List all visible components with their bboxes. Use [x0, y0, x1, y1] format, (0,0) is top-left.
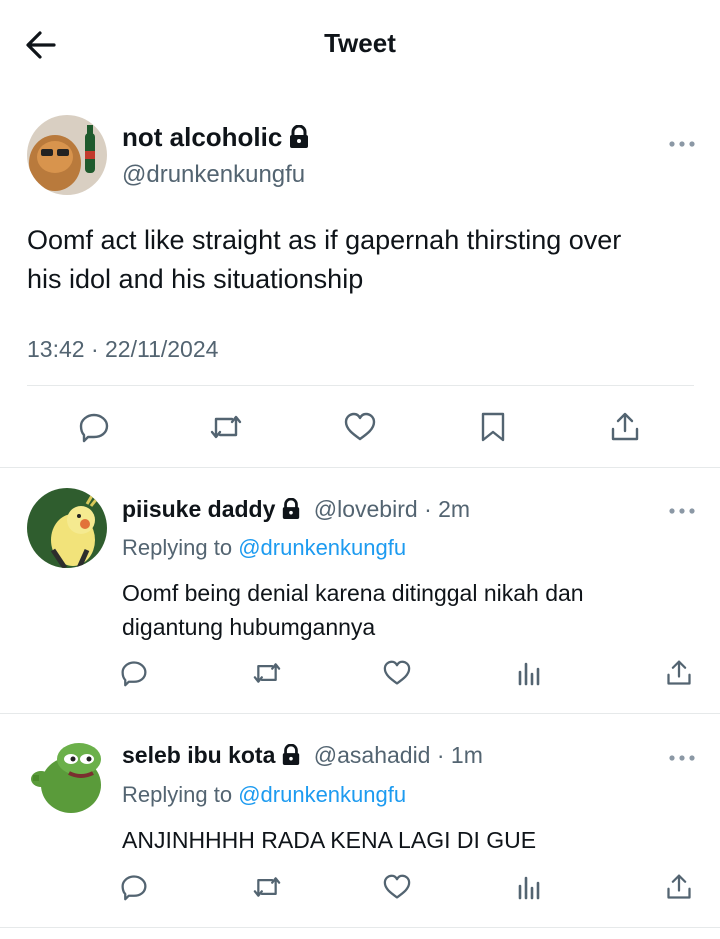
retweet-icon[interactable]	[250, 656, 284, 690]
reply-icon[interactable]	[117, 870, 151, 904]
more-options-icon[interactable]	[668, 136, 696, 147]
reply-author-handle[interactable]: @lovebird	[314, 496, 418, 522]
lock-icon	[288, 124, 310, 156]
reply-age: · 1m	[436, 742, 483, 768]
replying-to: Replying to @drunkenkungfu	[122, 535, 406, 561]
reply-author-handle[interactable]: @asahadid	[314, 742, 431, 768]
reply-text-line: ANJINHHHH RADA KENA LAGI DI GUE	[122, 827, 537, 853]
replying-to-link[interactable]: @drunkenkungfu	[238, 782, 406, 807]
reply-author[interactable]: piisuke daddy @lovebird · 2m	[122, 496, 470, 526]
tweet-time[interactable]: 13:42	[27, 336, 85, 362]
reply-text: ANJINHHHH RADA KENA LAGI DI GUE	[122, 823, 536, 857]
lock-icon	[281, 743, 301, 772]
divider	[0, 713, 720, 714]
like-icon[interactable]	[380, 870, 414, 904]
reply-icon[interactable]	[77, 410, 111, 444]
divider	[0, 927, 720, 928]
like-icon[interactable]	[343, 410, 377, 444]
reply-author-name[interactable]: seleb ibu kota	[122, 742, 275, 768]
replying-to-label: Replying to	[122, 782, 233, 807]
bookmark-icon[interactable]	[476, 410, 510, 444]
tweet-date[interactable]: 22/11/2024	[105, 336, 218, 362]
analytics-icon[interactable]	[512, 656, 546, 690]
divider	[27, 385, 694, 386]
lock-icon	[281, 497, 301, 526]
avatar[interactable]	[27, 488, 107, 568]
like-icon[interactable]	[380, 656, 414, 690]
reply-author-name[interactable]: piisuke daddy	[122, 496, 275, 522]
share-icon[interactable]	[662, 870, 696, 904]
avatar[interactable]	[27, 115, 107, 195]
retweet-icon[interactable]	[250, 870, 284, 904]
tweet-text: Oomf act like straight as if gapernah th…	[27, 221, 707, 299]
tweet-timestamp[interactable]: 13:42 · 22/11/2024	[27, 336, 218, 363]
author-name[interactable]: not alcoholic	[122, 122, 310, 156]
reply-text-line: Oomf being denial karena ditinggal nikah…	[122, 580, 584, 606]
author-handle[interactable]: @drunkenkungfu	[122, 161, 305, 189]
separator: ·	[90, 336, 99, 362]
reply-author[interactable]: seleb ibu kota @asahadid · 1m	[122, 742, 483, 772]
more-options-icon[interactable]	[668, 503, 696, 514]
more-options-icon[interactable]	[668, 750, 696, 761]
reply-text-line: digantung hubumgannya	[122, 614, 376, 640]
retweet-icon[interactable]	[209, 410, 243, 444]
share-icon[interactable]	[608, 410, 642, 444]
tweet-text-line: his idol and his situationship	[27, 264, 364, 294]
divider	[0, 467, 720, 468]
tweet-text-line: Oomf act like straight as if gapernah th…	[27, 225, 622, 255]
reply-text: Oomf being denial karena ditinggal nikah…	[122, 576, 584, 644]
author-name-text[interactable]: not alcoholic	[122, 122, 282, 152]
analytics-icon[interactable]	[512, 870, 546, 904]
replying-to-label: Replying to	[122, 535, 233, 560]
share-icon[interactable]	[662, 656, 696, 690]
replying-to: Replying to @drunkenkungfu	[122, 782, 406, 808]
page-title: Tweet	[324, 28, 396, 58]
reply-icon[interactable]	[117, 656, 151, 690]
avatar[interactable]	[27, 735, 107, 815]
replying-to-link[interactable]: @drunkenkungfu	[238, 535, 406, 560]
reply-age: · 2m	[424, 496, 471, 522]
